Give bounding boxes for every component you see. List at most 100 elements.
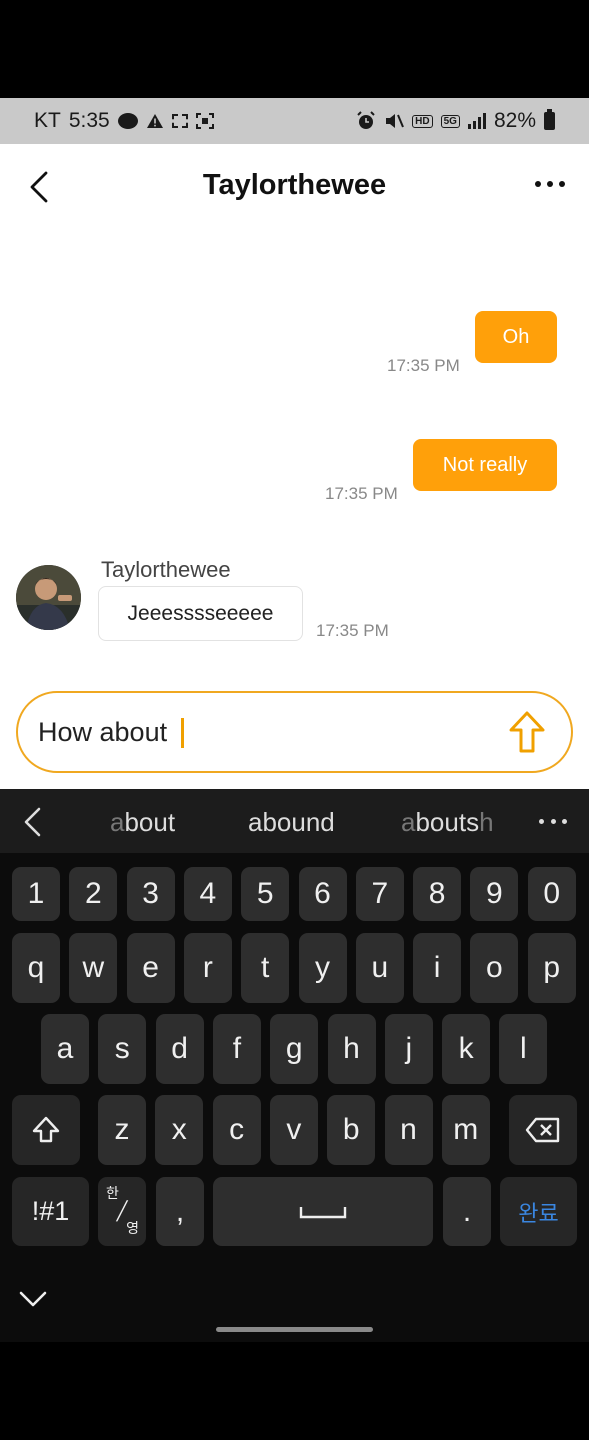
alarm-icon (356, 111, 376, 131)
key-y[interactable]: y (298, 933, 347, 1003)
dot-icon (547, 181, 553, 187)
hide-keyboard-button[interactable] (18, 1289, 48, 1309)
more-options-button[interactable] (535, 174, 565, 194)
suggestion-bar: about abound aboutsh (0, 789, 589, 853)
key-p[interactable]: p (527, 933, 576, 1003)
suggestion-more-button[interactable] (539, 819, 567, 825)
space-bar[interactable] (213, 1177, 433, 1246)
key-h[interactable]: h (327, 1014, 376, 1084)
key-t[interactable]: t (241, 933, 290, 1003)
key-z[interactable]: z (98, 1095, 146, 1165)
done-key[interactable]: 완료 (500, 1177, 577, 1246)
space-icon (299, 1206, 347, 1218)
key-1[interactable]: 1 (12, 867, 60, 921)
status-left: KT 5:35 (34, 109, 214, 133)
key-4[interactable]: 4 (183, 867, 232, 921)
soft-keyboard: about abound aboutsh 1234567890qwertyuio… (0, 789, 589, 1342)
dot-icon (559, 181, 565, 187)
warning-icon (146, 113, 164, 129)
key-a[interactable]: a (41, 1014, 89, 1084)
key-s[interactable]: s (98, 1014, 147, 1084)
key-v[interactable]: v (269, 1095, 318, 1165)
key-u[interactable]: u (355, 933, 404, 1003)
chat-title: Taylorthewee (202, 169, 387, 201)
lang-english-label: 영 (126, 1220, 139, 1237)
hd-voice-icon: HD (412, 114, 433, 128)
message-timestamp: 17:35 PM (325, 484, 398, 503)
key-e[interactable]: e (126, 933, 175, 1003)
kakaotalk-notification-icon (117, 113, 138, 129)
key-8[interactable]: 8 (413, 867, 462, 921)
backspace-key[interactable] (509, 1095, 577, 1165)
key-r[interactable]: r (183, 933, 232, 1003)
key-b[interactable]: b (327, 1095, 376, 1165)
suggestion-rest: bouts (415, 807, 480, 837)
key-l[interactable]: l (499, 1014, 548, 1084)
key-i[interactable]: i (413, 933, 462, 1003)
suggestion-2[interactable]: abound (248, 807, 335, 838)
dot-icon (539, 819, 544, 824)
key-2[interactable]: 2 (69, 867, 118, 921)
period-key[interactable]: . (443, 1177, 491, 1246)
symbols-key[interactable]: !#1 (12, 1177, 89, 1246)
key-d[interactable]: d (155, 1014, 204, 1084)
key-o[interactable]: o (470, 933, 519, 1003)
dot-icon (550, 819, 556, 824)
backspace-icon (525, 1117, 560, 1143)
suggestion-tail: h (479, 807, 494, 837)
key-7[interactable]: 7 (355, 867, 404, 921)
screen-capture-icon (195, 113, 214, 129)
outgoing-message-bubble[interactable]: Oh (475, 311, 557, 363)
dot-icon (535, 181, 541, 187)
key-k[interactable]: k (442, 1014, 491, 1084)
shift-icon (32, 1116, 60, 1143)
suggestion-1[interactable]: about (110, 807, 175, 838)
key-x[interactable]: x (155, 1095, 204, 1165)
key-g[interactable]: g (270, 1014, 319, 1084)
outgoing-message-bubble[interactable]: Not really (413, 439, 557, 491)
key-5[interactable]: 5 (241, 867, 290, 921)
slash-divider: ╱ (116, 1200, 128, 1221)
key-6[interactable]: 6 (298, 867, 347, 921)
key-9[interactable]: 9 (470, 867, 519, 921)
suggestion-match: a (401, 807, 416, 837)
chevron-down-icon (19, 1291, 47, 1307)
message-timestamp: 17:35 PM (316, 621, 389, 640)
top-bezel (0, 0, 589, 98)
comma-key[interactable]: , (156, 1177, 204, 1246)
status-time: 5:35 (68, 109, 110, 132)
chat-header: Taylorthewee (0, 144, 589, 228)
chat-screen: Taylorthewee Oh 17:35 PM Not really 17:3… (0, 144, 589, 789)
suggestion-3[interactable]: aboutsh (401, 807, 494, 838)
key-m[interactable]: m (441, 1095, 490, 1165)
suggestion-match: a (110, 807, 125, 837)
key-0[interactable]: 0 (527, 867, 576, 921)
send-button[interactable] (507, 710, 547, 754)
key-3[interactable]: 3 (126, 867, 175, 921)
arrow-up-icon (509, 711, 545, 753)
language-toggle-key[interactable]: 한 ╱ 영 (98, 1177, 146, 1246)
key-c[interactable]: c (212, 1095, 261, 1165)
key-j[interactable]: j (384, 1014, 433, 1084)
battery-icon (544, 109, 555, 130)
dot-icon (562, 819, 567, 824)
message-input-field[interactable]: How about (16, 691, 573, 773)
key-f[interactable]: f (212, 1014, 261, 1084)
key-n[interactable]: n (384, 1095, 433, 1165)
contact-avatar[interactable] (16, 565, 81, 630)
key-w[interactable]: w (69, 933, 118, 1003)
incoming-message-bubble[interactable]: Jeeesssseeeee (98, 586, 303, 641)
sender-name: Taylorthewee (101, 557, 231, 582)
status-right: HD 5G 82% (356, 109, 555, 133)
battery-percent: 82% (493, 109, 536, 132)
lang-korean-label: 한 (106, 1185, 119, 1202)
key-q[interactable]: q (12, 933, 60, 1003)
bottom-bezel (0, 1342, 589, 1440)
message-input-value: How about (38, 717, 184, 748)
suggestion-word: abound (248, 807, 335, 837)
suggestion-back-button[interactable] (22, 807, 44, 837)
mute-icon (384, 112, 405, 130)
message-timestamp: 17:35 PM (387, 356, 460, 375)
shift-key[interactable] (12, 1095, 80, 1165)
screenshot-icon (171, 114, 188, 128)
